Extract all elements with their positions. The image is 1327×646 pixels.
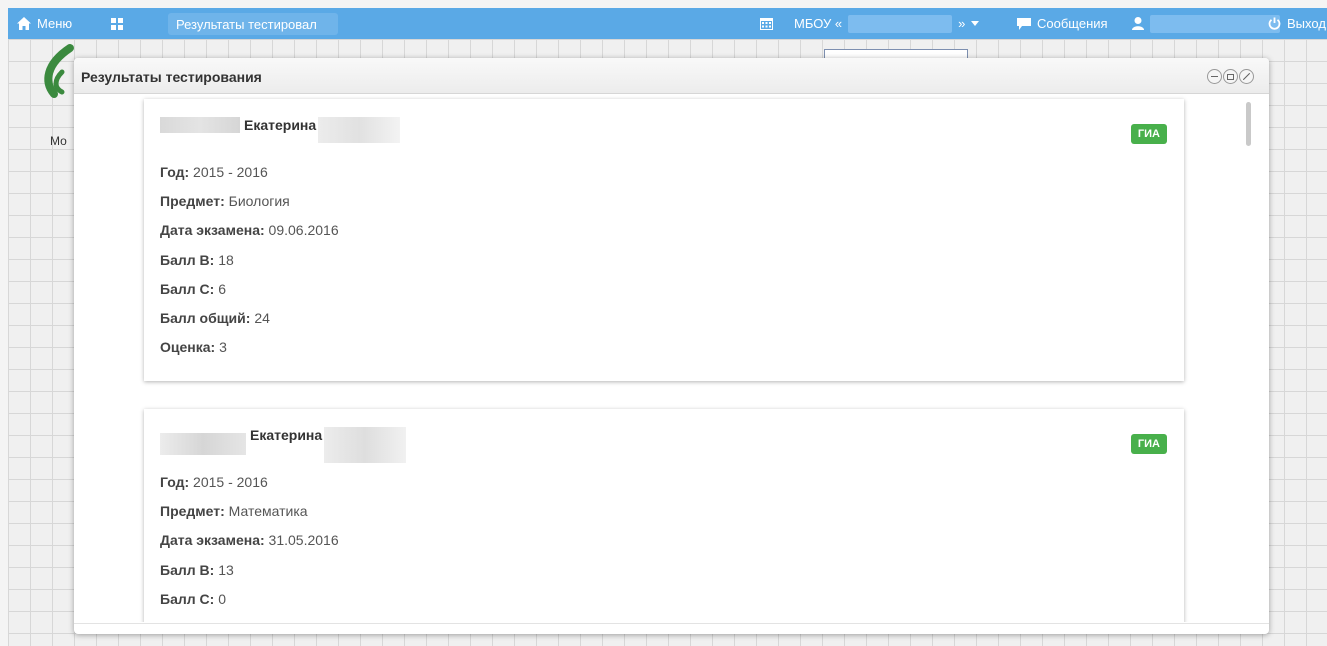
field-score-total: Балл общий: 24 [160, 309, 270, 326]
messages-button[interactable]: Сообщения [1017, 8, 1108, 39]
power-icon [1268, 17, 1281, 30]
open-window-tab[interactable]: Результаты тестировал [168, 13, 338, 35]
top-navbar: Меню Результаты тестировал МБОУ « » Сооб… [8, 8, 1327, 39]
surname-redacted [160, 117, 240, 133]
result-card: Екатерина ГИА Год: 2015 - 2016 Предмет: … [144, 409, 1184, 622]
app-logo-icon [44, 44, 74, 98]
user-name-redacted [1150, 14, 1280, 33]
field-subject: Предмет: Математика [160, 503, 308, 520]
student-first-name: Екатерина [244, 117, 317, 133]
field-score-c: Балл С: 0 [160, 590, 226, 607]
exit-button[interactable]: Выход [1268, 8, 1326, 39]
student-first-name: Екатерина [250, 427, 323, 443]
field-year: Год: 2015 - 2016 [160, 164, 268, 180]
org-suffix: » [958, 16, 966, 31]
calendar-icon [760, 17, 773, 30]
patronymic-redacted [318, 117, 401, 143]
grid-icon [111, 17, 123, 30]
caret-down-icon [971, 21, 980, 26]
scrollbar-thumb[interactable] [1246, 102, 1251, 146]
close-icon[interactable] [1239, 69, 1254, 84]
maximize-icon[interactable] [1223, 69, 1238, 84]
exit-label: Выход [1287, 16, 1326, 31]
student-name: Екатерина [160, 117, 401, 147]
open-window-tab-label: Результаты тестировал [176, 16, 317, 32]
test-results-window: Результаты тестирования Екатерина ГИА Го… [74, 58, 1269, 634]
window-header[interactable]: Результаты тестирования [74, 58, 1269, 94]
org-name-redacted [848, 14, 953, 33]
chat-icon [1017, 17, 1031, 30]
field-exam-date: Дата экзамена: 09.06.2016 [160, 222, 339, 239]
home-icon [17, 17, 31, 30]
menu-button[interactable]: Меню [17, 8, 72, 39]
scrollbar[interactable] [1244, 102, 1254, 622]
patronymic-redacted [324, 427, 407, 463]
minimize-icon[interactable] [1207, 69, 1222, 84]
exam-type-badge: ГИА [1130, 434, 1167, 454]
organization-selector[interactable]: МБОУ « » [794, 8, 980, 39]
window-controls [1207, 69, 1254, 84]
field-subject: Предмет: Биология [160, 193, 290, 210]
field-score-b: Балл В: 18 [160, 251, 234, 268]
field-exam-date: Дата экзамена: 31.05.2016 [160, 532, 339, 549]
field-score-c: Балл С: 6 [160, 280, 226, 297]
window-title: Результаты тестирования [81, 69, 262, 85]
org-prefix: МБОУ « [794, 16, 843, 31]
result-fields: Год: 2015 - 2016 Предмет: Математика Дат… [160, 474, 339, 620]
surname-redacted [160, 433, 246, 455]
field-score-b: Балл В: 13 [160, 561, 234, 578]
menu-label: Меню [37, 16, 73, 31]
user-icon [1132, 17, 1144, 30]
field-year: Год: 2015 - 2016 [160, 474, 268, 490]
exam-type-badge: ГИА [1130, 124, 1167, 144]
student-name: Екатерина [160, 427, 407, 463]
app-logo-text: Мо [50, 134, 67, 148]
result-card: Екатерина ГИА Год: 2015 - 2016 Предмет: … [144, 99, 1184, 381]
user-profile-button[interactable] [1132, 8, 1280, 39]
result-fields: Год: 2015 - 2016 Предмет: Биология Дата … [160, 164, 339, 368]
apps-grid-button[interactable] [111, 8, 123, 39]
calendar-button[interactable] [760, 8, 773, 39]
field-grade: Оценка: 3 [160, 339, 227, 356]
window-footer-divider [74, 623, 1269, 624]
messages-label: Сообщения [1037, 16, 1108, 31]
